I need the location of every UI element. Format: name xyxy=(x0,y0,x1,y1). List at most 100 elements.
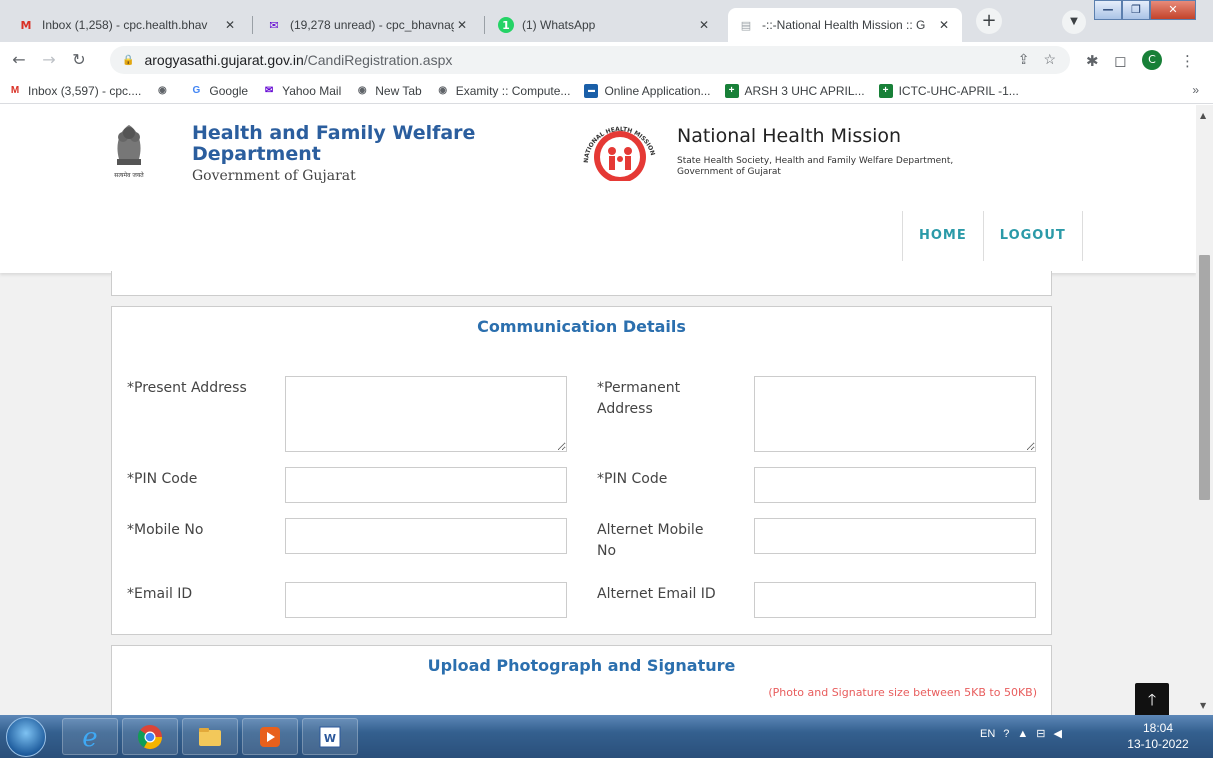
forward-arrow-icon[interactable]: → xyxy=(38,50,60,72)
bookmark-google[interactable]: G Google xyxy=(189,83,249,98)
language-indicator[interactable]: EN xyxy=(980,728,995,740)
yahoo-mail-icon: ✉ xyxy=(264,85,274,96)
lock-icon[interactable]: 🔒 xyxy=(122,55,134,66)
bookmark-globe[interactable]: ◉ xyxy=(155,84,175,98)
whatsapp-icon: 1 xyxy=(498,17,514,33)
bookmark-label: Inbox (3,597) - cpc.... xyxy=(28,83,142,98)
bookmark-new-tab[interactable]: ◉ New Tab xyxy=(355,83,422,98)
bookmark-ictc[interactable]: + ICTC-UHC-APRIL -1... xyxy=(878,83,1019,98)
clock-date: 13-10-2022 xyxy=(1127,737,1189,751)
email-id-input[interactable] xyxy=(285,582,567,618)
nhm-title: National Health Mission xyxy=(677,125,902,147)
side-panel-icon[interactable]: ◻ xyxy=(1114,52,1126,70)
permanent-pin-code-label: *PIN Code xyxy=(597,471,668,487)
state-emblem-logo: सत्यमेव जयते xyxy=(114,125,144,179)
tab-national-health-mission[interactable]: ▤ -::-National Health Mission :: G ✕ xyxy=(728,8,962,42)
nav-home-link[interactable]: HOME xyxy=(902,211,983,261)
globe-icon: ◉ xyxy=(158,85,167,96)
close-icon[interactable]: ✕ xyxy=(696,18,712,32)
page-viewport: सत्यमेव जयते Health and Family Welfare D… xyxy=(0,105,1196,715)
menu-kebab-icon[interactable]: ⋮ xyxy=(1180,52,1195,70)
sheets-icon: + xyxy=(724,83,739,98)
help-icon[interactable]: ? xyxy=(1003,728,1009,740)
nav-logout-link[interactable]: LOGOUT xyxy=(982,211,1083,261)
tab-gmail[interactable]: M Inbox (1,258) - cpc.health.bhav ✕ xyxy=(8,8,248,42)
tab-divider xyxy=(484,16,485,34)
bookmark-label: New Tab xyxy=(375,83,422,98)
media-icon[interactable] xyxy=(242,718,298,755)
page-scrollbar[interactable]: ▲ ▼ xyxy=(1196,105,1213,715)
close-icon[interactable]: ✕ xyxy=(936,18,952,32)
email-id-label: *Email ID xyxy=(127,586,193,602)
site-nav: HOME LOGOUT xyxy=(902,211,1083,261)
google-icon: G xyxy=(192,85,201,96)
present-pin-code-label: *PIN Code xyxy=(127,471,198,487)
chrome-icon[interactable] xyxy=(122,718,178,755)
bookmark-examity[interactable]: ◉ Examity :: Compute... xyxy=(436,84,570,98)
explorer-icon[interactable] xyxy=(182,718,238,755)
present-address-textarea[interactable] xyxy=(285,376,567,452)
system-tray: EN ? ▲ ⊟ ◀ xyxy=(980,727,1062,741)
bookmarks-overflow-chevron-icon[interactable]: » xyxy=(1192,83,1199,97)
present-pin-code-input[interactable] xyxy=(285,467,567,503)
tab-divider xyxy=(252,16,253,34)
bookmark-online-application[interactable]: ▬ Online Application... xyxy=(584,83,711,98)
scroll-down-arrow-icon[interactable]: ▼ xyxy=(1200,701,1206,710)
url-path: /CandiRegistration.aspx xyxy=(303,52,453,68)
svg-text:W: W xyxy=(324,732,336,745)
show-hidden-icons-icon[interactable]: ▲ xyxy=(1017,728,1028,740)
share-icon[interactable]: ⇪ xyxy=(1018,51,1030,68)
communication-details-title: Communication Details xyxy=(477,317,686,336)
tab-search-chevron-icon[interactable]: ▼ xyxy=(1062,10,1086,34)
svg-text:e: e xyxy=(82,723,97,751)
tab-yahoo-mail[interactable]: ✉ (19,278 unread) - cpc_bhavnag ✕ xyxy=(256,8,480,42)
maximize-button[interactable]: ❐ xyxy=(1122,0,1150,20)
bookmark-gmail-inbox[interactable]: M Inbox (3,597) - cpc.... xyxy=(8,83,142,98)
scroll-up-arrow-icon[interactable]: ▲ xyxy=(1200,111,1206,120)
close-window-button[interactable]: ✕ xyxy=(1150,0,1196,20)
permanent-address-label-line1: *Permanent xyxy=(597,380,681,396)
back-arrow-icon[interactable]: ← xyxy=(8,50,30,72)
mobile-no-label: *Mobile No xyxy=(127,522,204,538)
windows-taskbar: e W EN ? ▲ ⊟ ◀ 18:04 13-10-2022 xyxy=(0,715,1213,758)
yahoo-mail-icon: ✉ xyxy=(269,18,279,32)
tab-whatsapp[interactable]: 1 (1) WhatsApp ✕ xyxy=(488,8,722,42)
bookmark-arsh[interactable]: + ARSH 3 UHC APRIL... xyxy=(724,83,865,98)
nhm-logo: NATIONAL HEALTH MISSION xyxy=(583,126,656,181)
reload-icon[interactable]: ↻ xyxy=(68,50,90,72)
previous-section-panel xyxy=(111,271,1052,296)
upload-photo-signature-panel: Upload Photograph and Signature (Photo a… xyxy=(111,645,1052,715)
clock[interactable]: 18:04 13-10-2022 xyxy=(1108,720,1208,752)
bookmark-label: Yahoo Mail xyxy=(282,83,342,98)
mobile-no-input[interactable] xyxy=(285,518,567,554)
network-icon[interactable]: ⊟ xyxy=(1036,727,1045,740)
site-header: सत्यमेव जयते Health and Family Welfare D… xyxy=(0,105,1196,273)
bookmark-yahoo-mail[interactable]: ✉ Yahoo Mail xyxy=(262,84,341,98)
close-icon[interactable]: ✕ xyxy=(454,18,470,32)
new-tab-button[interactable]: + xyxy=(976,8,1002,34)
scroll-to-top-button[interactable]: 🡑 xyxy=(1135,683,1169,715)
alternate-mobile-label: Alternet Mobile No xyxy=(597,520,703,562)
upload-photo-signature-title: Upload Photograph and Signature xyxy=(427,656,736,675)
scrollbar-thumb[interactable] xyxy=(1199,255,1210,500)
bookmark-label: Google xyxy=(209,83,249,98)
permanent-pin-code-input[interactable] xyxy=(754,467,1036,503)
tab-title: -::-National Health Mission :: G xyxy=(762,18,926,32)
profile-avatar[interactable]: C xyxy=(1142,50,1162,70)
communication-details-panel: Communication Details *Present Address *… xyxy=(111,306,1052,635)
alternate-email-input[interactable] xyxy=(754,582,1036,618)
bookmark-star-icon[interactable]: ☆ xyxy=(1043,51,1056,68)
word-icon[interactable]: W xyxy=(302,718,358,755)
start-button[interactable] xyxy=(6,717,46,757)
nhm-subtitle: State Health Society, Health and Family … xyxy=(677,156,953,178)
ie-icon[interactable]: e xyxy=(62,718,118,755)
alternate-mobile-input[interactable] xyxy=(754,518,1036,554)
permanent-address-textarea[interactable] xyxy=(754,376,1036,452)
close-icon[interactable]: ✕ xyxy=(222,18,238,32)
browser-toolbar: ← → ↻ 🔒 arogyasathi.gujarat.gov.in/Candi… xyxy=(0,42,1213,78)
volume-icon[interactable]: ◀ xyxy=(1054,727,1062,740)
form-icon: ▬ xyxy=(584,83,599,98)
address-bar[interactable]: 🔒 arogyasathi.gujarat.gov.in/CandiRegist… xyxy=(110,46,1070,74)
extensions-puzzle-icon[interactable]: ✱ xyxy=(1086,52,1099,70)
minimize-button[interactable]: — xyxy=(1094,0,1122,20)
